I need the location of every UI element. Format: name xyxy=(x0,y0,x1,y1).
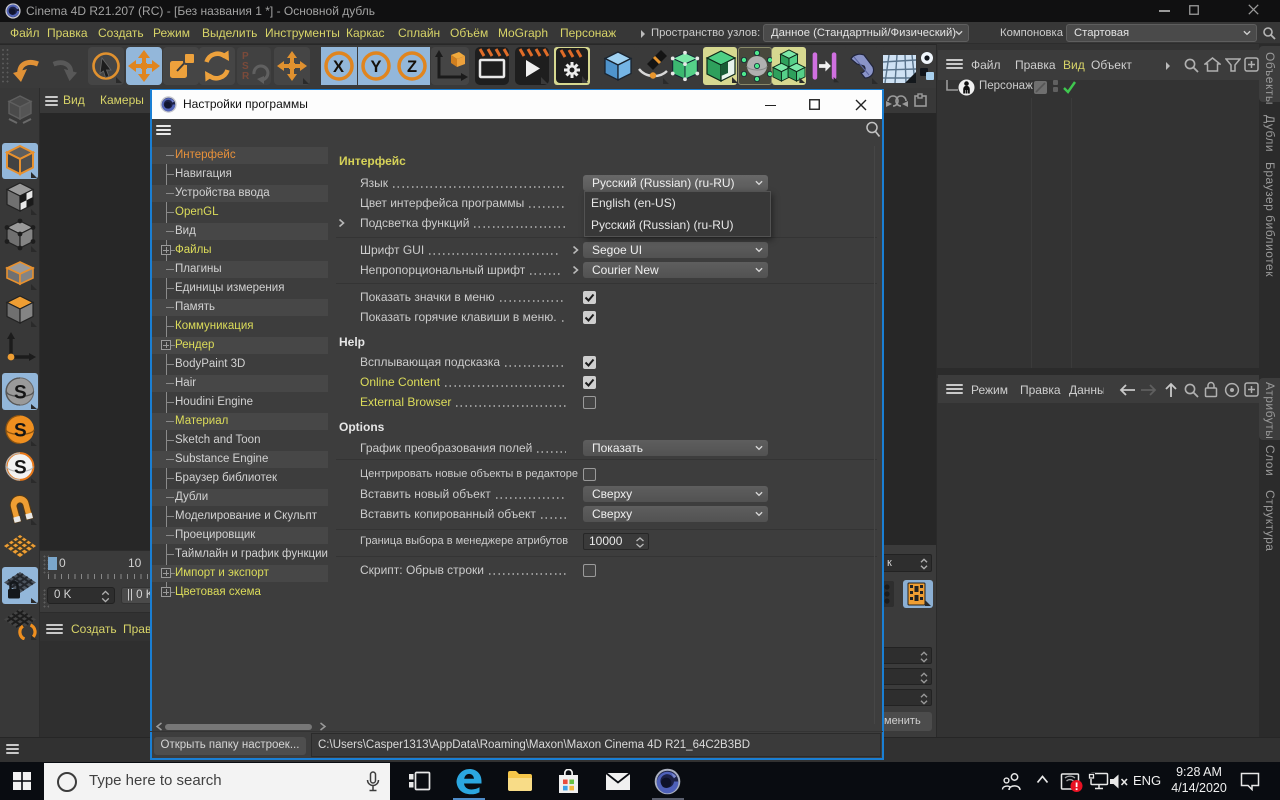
svg-text:Z: Z xyxy=(407,58,417,76)
svg-text:S: S xyxy=(14,383,27,404)
svg-text:S: S xyxy=(14,421,27,442)
svg-text:R: R xyxy=(242,71,250,82)
svg-text:S: S xyxy=(14,458,27,479)
svg-text:Y: Y xyxy=(371,58,382,76)
svg-text:X: X xyxy=(333,58,344,76)
